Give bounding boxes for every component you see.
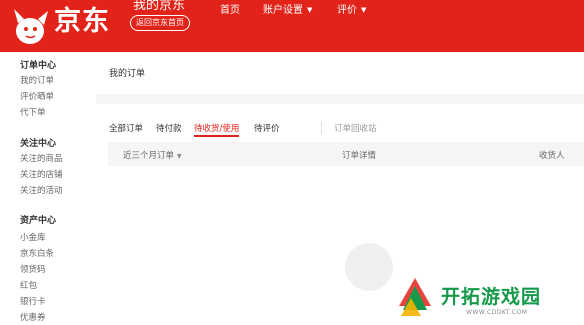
sidebar-item-coupons[interactable]: 优惠券 [20,311,46,323]
top-header: 京东 我的京东 返回京东首页 首页 账户设置 ▼ 评价 ▼ [0,0,584,52]
sidebar-section-follow-center: 关注中心 [20,139,57,149]
watermark-text: 开拓游戏园 [441,286,542,308]
order-recycle-bin-link[interactable]: 订单回收站 [334,122,377,134]
sidebar-section-asset-center: 资产中心 [20,216,57,226]
receiver-header: 收货人 [539,151,565,161]
nav-reviews-label: 评价 [337,5,357,16]
tab-all-orders[interactable]: 全部订单 [109,122,143,134]
tab-pending-review[interactable]: 待评价 [254,122,280,134]
tab-pending-payment[interactable]: 待付款 [156,122,182,134]
chevron-down-icon: ▼ [361,6,367,14]
my-jd-title: 我的京东 [133,0,186,13]
sidebar-item-followed-products[interactable]: 关注的商品 [20,152,63,164]
sidebar-item-red-packets[interactable]: 红包 [20,279,37,291]
page-title: 我的订单 [109,69,146,79]
section-divider [96,94,584,104]
order-details-header: 订单详情 [342,151,377,161]
empty-state-illustration [345,243,393,291]
watermark-logo-icon [399,278,431,316]
tab-divider [321,122,322,134]
nav-home[interactable]: 首页 [220,4,240,18]
sidebar-item-xiaojinku[interactable]: 小金库 [20,231,46,243]
order-table-header: 近三个月订单 ▼ 订单详情 收货人 [108,142,584,166]
nav-reviews[interactable]: 评价 ▼ [337,4,366,18]
tab-pending-receipt[interactable]: 待收货/使用 [194,122,240,137]
period-filter-label: 近三个月订单 [123,151,175,161]
sidebar-item-followed-events[interactable]: 关注的活动 [20,184,63,196]
sidebar: 订单中心 我的订单 评价晒单 代下单 关注中心 关注的商品 关注的店铺 关注的活… [0,52,96,325]
sidebar-item-bank-cards[interactable]: 银行卡 [20,295,46,307]
period-filter-dropdown[interactable]: 近三个月订单 ▼ [123,149,182,161]
sidebar-item-followed-shops[interactable]: 关注的店铺 [20,168,63,180]
chevron-down-icon: ▼ [177,153,182,160]
sidebar-item-baitiao[interactable]: 京东白条 [20,247,54,259]
jd-logo[interactable]: 京东 [8,3,120,49]
brand-name: 京东 [54,6,110,37]
sidebar-item-my-orders[interactable]: 我的订单 [20,74,54,86]
nav-account-label: 账户设置 [263,5,303,16]
sidebar-item-pickup-code[interactable]: 领货码 [20,263,46,275]
sidebar-section-order-center: 订单中心 [20,61,57,71]
sidebar-item-reviews[interactable]: 评价晒单 [20,90,54,102]
back-home-button[interactable]: 返回京东首页 [130,15,190,31]
chevron-down-icon: ▼ [307,6,313,14]
sidebar-item-proxy-order[interactable]: 代下单 [20,106,46,118]
nav-account-settings[interactable]: 账户设置 ▼ [263,4,312,18]
jd-dog-mascot-icon [14,9,48,44]
watermark-url: WWW.CDDKT.COM [466,309,528,316]
nav-home-label: 首页 [220,5,240,16]
